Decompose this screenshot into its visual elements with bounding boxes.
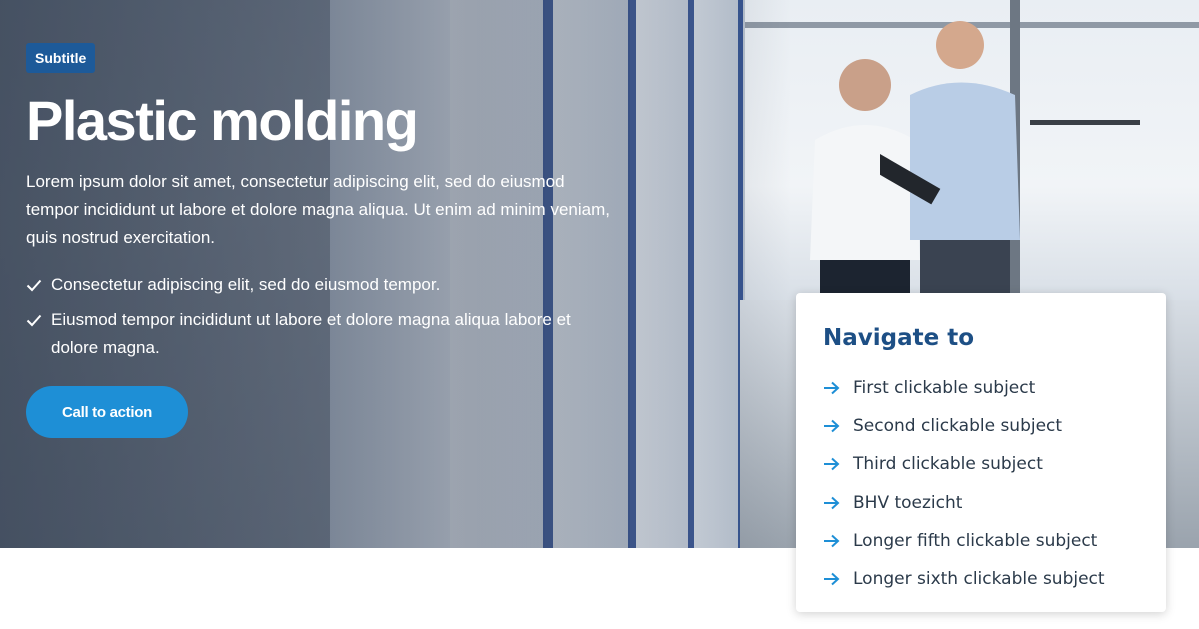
nav-link-bhv-toezicht[interactable]: BHV toezicht — [823, 484, 1166, 522]
nav-link-sixth[interactable]: Longer sixth clickable subject — [823, 560, 1166, 598]
checklist-item-text: Eiusmod tempor incididunt ut labore et d… — [51, 310, 571, 357]
arrow-right-icon — [823, 496, 853, 510]
nav-link-label: Second clickable subject — [853, 416, 1063, 437]
checklist-item: Consectetur adipiscing elit, sed do eius… — [26, 271, 616, 299]
checklist-item: Eiusmod tempor incididunt ut labore et d… — [26, 306, 616, 362]
call-to-action-button[interactable]: Call to action — [26, 386, 188, 438]
nav-link-label: Longer fifth clickable subject — [853, 530, 1098, 551]
arrow-right-icon — [823, 419, 853, 433]
navigate-to-title: Navigate to — [823, 325, 975, 351]
arrow-right-icon — [823, 381, 853, 395]
nav-link-third[interactable]: Third clickable subject — [823, 445, 1166, 483]
nav-link-second[interactable]: Second clickable subject — [823, 407, 1166, 445]
intro-text: Lorem ipsum dolor sit amet, consectetur … — [26, 172, 610, 247]
checklist: Consectetur adipiscing elit, sed do eius… — [26, 271, 616, 369]
subtitle-badge: Subtitle — [26, 43, 96, 73]
nav-link-label: First clickable subject — [853, 378, 1036, 399]
arrow-right-icon — [823, 457, 853, 471]
navigate-to-list: First clickable subject Second clickable… — [823, 369, 1166, 598]
nav-link-label: Longer sixth clickable subject — [853, 569, 1105, 590]
check-icon — [26, 279, 42, 292]
navigate-to-card: Navigate to First clickable subject Seco… — [796, 293, 1166, 612]
nav-link-first[interactable]: First clickable subject — [823, 369, 1166, 407]
nav-link-fifth[interactable]: Longer fifth clickable subject — [823, 522, 1166, 560]
arrow-right-icon — [823, 534, 853, 548]
arrow-right-icon — [823, 572, 853, 586]
page-title: Plastic molding — [26, 89, 419, 152]
nav-link-label: BHV toezicht — [853, 492, 963, 513]
check-icon — [26, 314, 42, 327]
checklist-item-text: Consectetur adipiscing elit, sed do eius… — [51, 275, 441, 294]
nav-link-label: Third clickable subject — [853, 454, 1043, 475]
